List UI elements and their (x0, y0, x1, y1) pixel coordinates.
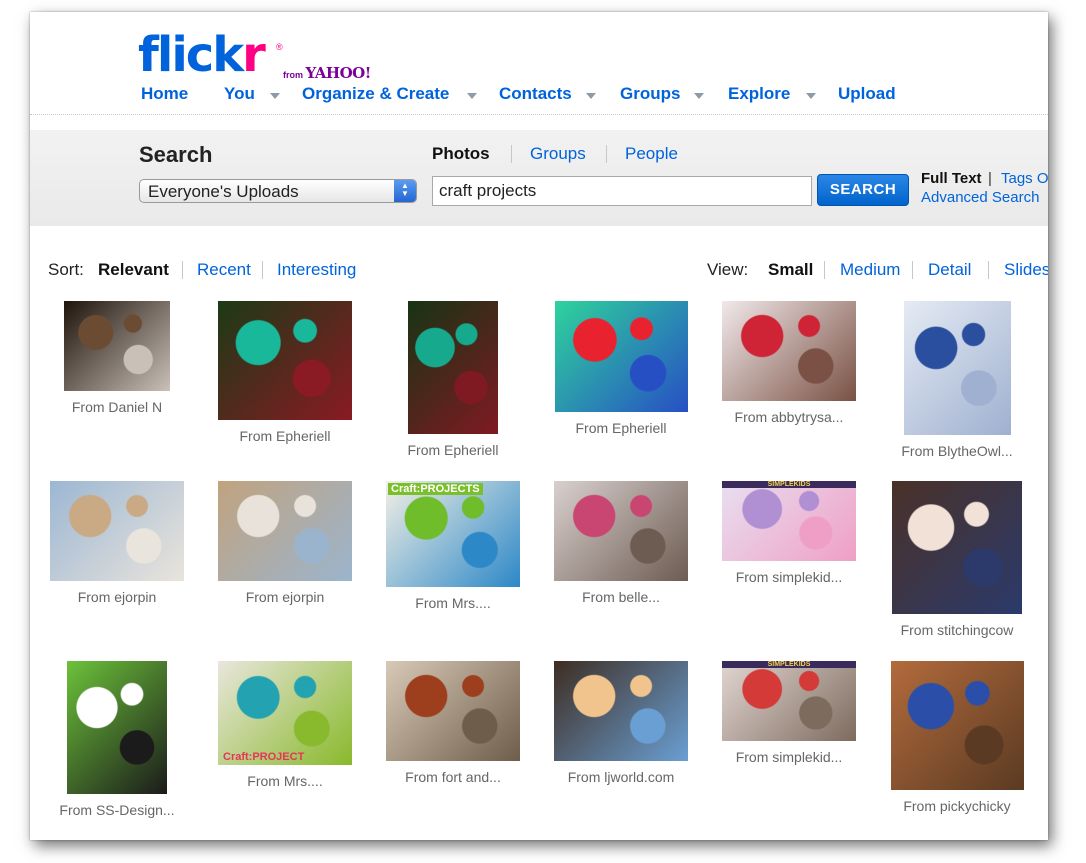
thumbnail-watermark: Craft:PROJECT (223, 751, 305, 763)
photo-owner-link[interactable]: From Mrs.... (369, 595, 537, 611)
photo-owner-link[interactable]: From simplekid... (705, 569, 873, 585)
photo-thumbnail[interactable] (554, 301, 688, 412)
photo-thumbnail[interactable] (890, 661, 1024, 790)
photo-thumbnail[interactable]: Craft:PROJECT (218, 661, 352, 765)
browser-window: flickr ® from YAHOO! Home You Organize &… (30, 12, 1048, 840)
photo-thumbnail[interactable] (386, 661, 520, 761)
photo-thumbnail[interactable] (67, 661, 167, 794)
photo-owner-link[interactable]: From pickychicky (873, 798, 1041, 814)
photo-owner-link[interactable]: From Epheriell (537, 420, 705, 436)
photo-result[interactable]: From ejorpin (201, 481, 369, 605)
photo-owner-link[interactable]: From ejorpin (201, 589, 369, 605)
photo-thumbnail[interactable] (218, 301, 352, 420)
photo-result[interactable]: SIMPLEKIDS From simplekid... (705, 481, 873, 585)
photo-result[interactable]: SIMPLEKIDS From simplekid... (705, 661, 873, 765)
photo-thumbnail[interactable] (722, 301, 856, 401)
photo-owner-link[interactable]: From Epheriell (201, 428, 369, 444)
photo-result[interactable]: From BlytheOwl... (873, 301, 1041, 459)
photo-owner-link[interactable]: From simplekid... (705, 749, 873, 765)
photo-thumbnail[interactable] (903, 301, 1011, 435)
thumbnail-watermark: SIMPLEKIDS (722, 661, 856, 668)
photo-result[interactable]: From stitchingcow (873, 481, 1041, 638)
thumbnail-watermark: SIMPLEKIDS (722, 481, 856, 488)
photo-thumbnail[interactable]: SIMPLEKIDS (722, 661, 856, 741)
photo-result[interactable]: Craft:PROJECT From Mrs.... (201, 661, 369, 789)
photo-owner-link[interactable]: From stitchingcow (873, 622, 1041, 638)
photo-result[interactable]: From Epheriell (537, 301, 705, 436)
photo-owner-link[interactable]: From Epheriell (369, 442, 537, 458)
photo-result[interactable]: From fort and... (369, 661, 537, 785)
photo-thumbnail[interactable] (218, 481, 352, 581)
photo-owner-link[interactable]: From ejorpin (33, 589, 201, 605)
photo-owner-link[interactable]: From abbytrysa... (705, 409, 873, 425)
photo-result[interactable]: From Epheriell (369, 301, 537, 458)
photo-result[interactable]: Craft:PROJECTS From Mrs.... (369, 481, 537, 611)
photo-result[interactable]: From pickychicky (873, 661, 1041, 814)
photo-result[interactable]: From SS-Design... (33, 661, 201, 818)
photo-result[interactable]: From belle... (537, 481, 705, 605)
photo-owner-link[interactable]: From BlytheOwl... (873, 443, 1041, 459)
photo-result[interactable]: From Daniel N (33, 301, 201, 415)
thumbnail-watermark: Craft:PROJECTS (388, 483, 483, 495)
photo-thumbnail[interactable] (50, 481, 184, 581)
photo-thumbnail[interactable] (408, 301, 498, 434)
photo-owner-link[interactable]: From belle... (537, 589, 705, 605)
photo-thumbnail[interactable] (554, 661, 688, 761)
photo-thumbnail[interactable]: SIMPLEKIDS (722, 481, 856, 561)
photo-thumbnail[interactable] (64, 301, 170, 391)
photo-result[interactable]: From Epheriell (201, 301, 369, 444)
photo-owner-link[interactable]: From fort and... (369, 769, 537, 785)
photo-thumbnail[interactable]: Craft:PROJECTS (386, 481, 520, 587)
photo-results-grid: From Daniel N From Epheriell From Epheriel… (30, 12, 1048, 840)
photo-thumbnail[interactable] (892, 481, 1022, 614)
photo-owner-link[interactable]: From SS-Design... (33, 802, 201, 818)
photo-owner-link[interactable]: From ljworld.com (537, 769, 705, 785)
photo-thumbnail[interactable] (554, 481, 688, 581)
photo-owner-link[interactable]: From Daniel N (33, 399, 201, 415)
photo-result[interactable]: From ejorpin (33, 481, 201, 605)
photo-result[interactable]: From ljworld.com (537, 661, 705, 785)
photo-result[interactable]: From abbytrysa... (705, 301, 873, 425)
photo-owner-link[interactable]: From Mrs.... (201, 773, 369, 789)
